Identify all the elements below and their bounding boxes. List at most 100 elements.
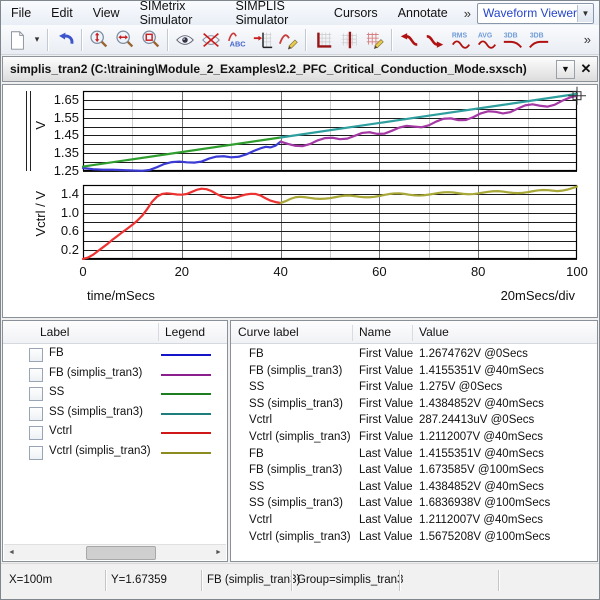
column-divider[interactable] [352, 325, 353, 341]
name-cell: First Value [359, 398, 413, 410]
undo-button[interactable] [52, 27, 78, 53]
menu-item-view[interactable]: View [85, 4, 128, 22]
zoom-y-button[interactable] [86, 27, 112, 53]
x-tick-label: 20 [167, 264, 197, 279]
column-header-legend[interactable]: Legend [165, 325, 205, 339]
curve-value-row[interactable]: Vctrl (simplis_tran3)Last Value1.5675208… [231, 530, 597, 547]
checkbox-vctrl-simplis-tran3[interactable] [29, 446, 43, 460]
toolbar-overflow-button[interactable]: » [584, 32, 591, 47]
rising-edge-button[interactable] [396, 27, 422, 53]
show-curve-button[interactable] [172, 27, 198, 53]
edit-grid-button[interactable] [362, 27, 388, 53]
scroll-right-icon[interactable]: ► [211, 545, 226, 560]
new-document-dropdown-button[interactable]: ▾ [30, 27, 44, 53]
checkbox-fb-simplis-tran3[interactable] [29, 368, 43, 382]
highpass-3db-button[interactable]: 3DB [526, 27, 552, 53]
curve-label-cell: SS (simplis_tran3) [249, 497, 343, 509]
checkbox-ss-simplis-tran3[interactable] [29, 407, 43, 421]
curve-value-row[interactable]: FB (simplis_tran3)Last Value1.673585V @1… [231, 463, 597, 480]
move-curve-button[interactable] [250, 27, 276, 53]
x-axis-label: time/mSecs [87, 288, 155, 303]
value-cell: 1.673585V @100mSecs [419, 464, 544, 476]
rms-button[interactable]: RMS [448, 27, 474, 53]
column-divider[interactable] [158, 323, 159, 341]
add-grid-button[interactable] [336, 27, 362, 53]
legend-row-fb-simplis-tran3[interactable]: FB (simplis_tran3) [3, 365, 227, 385]
menu-item-edit[interactable]: Edit [43, 4, 81, 22]
zoom-box-button[interactable] [138, 27, 164, 53]
curve-value-row[interactable]: FBLast Value1.4155351V @40mSecs [231, 447, 597, 464]
column-header-name[interactable]: Name [359, 325, 391, 339]
chart-panel: V Vctrl / V 1.251.351.451.551.650.20.61.… [2, 84, 598, 318]
menu-item-file[interactable]: File [3, 4, 39, 22]
waveform-plot-top[interactable] [83, 91, 577, 171]
curve-label-cell: SS (simplis_tran3) [249, 398, 343, 410]
name-cell: First Value [359, 365, 413, 377]
zoom-box-icon [140, 29, 162, 51]
checkbox-vctrl[interactable] [29, 426, 43, 440]
new-document-button[interactable] [4, 27, 30, 53]
legend-line [161, 393, 211, 395]
checkbox-ss[interactable] [29, 387, 43, 401]
toolbar: ▾ [1, 25, 599, 55]
axis-grab-bar[interactable] [26, 91, 27, 171]
curve-fb-simplis-tran3[interactable] [281, 96, 577, 146]
curve-value-row[interactable]: Vctrl (simplis_tran3)First Value1.211200… [231, 430, 597, 447]
column-header-label[interactable]: Label [40, 325, 69, 339]
axis-grab-bar[interactable] [30, 91, 31, 171]
checkbox-fb[interactable] [29, 348, 43, 362]
waveform-plot-bottom[interactable] [83, 185, 577, 259]
curve-fb[interactable] [83, 142, 281, 171]
scroll-left-icon[interactable]: ◄ [4, 545, 19, 560]
curve-label: Vctrl [49, 425, 72, 437]
legend-row-fb[interactable]: FB [3, 345, 227, 365]
curve-value-row[interactable]: SSLast Value1.4384852V @40mSecs [231, 480, 597, 497]
legend-row-vctrl[interactable]: Vctrl [3, 423, 227, 443]
curve-value-row[interactable]: SSFirst Value1.275V @0Secs [231, 380, 597, 397]
legend-row-vctrl-simplis-tran3[interactable]: Vctrl (simplis_tran3) [3, 443, 227, 463]
undo-icon [54, 29, 76, 51]
curve-value-row[interactable]: VctrlFirst Value287.24413uV @0Secs [231, 413, 597, 430]
curve-label-cell: SS [249, 381, 264, 393]
curve-vctrl[interactable] [83, 189, 281, 259]
cursor-y-readout: Y=1.67359 [111, 574, 167, 586]
status-separator [105, 570, 107, 591]
curve-value-row[interactable]: FBFirst Value1.2674762V @0Secs [231, 347, 597, 364]
scrollbar-thumb[interactable] [86, 546, 156, 560]
viewer-mode-select[interactable]: Waveform Viewer ▼ [477, 3, 594, 24]
close-button[interactable]: ✕ [577, 61, 595, 78]
value-cell: 1.4155351V @40mSecs [419, 365, 544, 377]
curve-value-row[interactable]: FB (simplis_tran3)First Value1.4155351V … [231, 364, 597, 381]
window-menu-button[interactable]: ▼ [556, 60, 575, 79]
zoom-x-button[interactable] [112, 27, 138, 53]
label-curve-button[interactable]: ABC [224, 27, 250, 53]
column-header-curve-label[interactable]: Curve label [238, 325, 299, 339]
curve-label-cell: FB [249, 448, 264, 460]
svg-text:RMS: RMS [452, 32, 468, 39]
lowpass-3db-button[interactable]: 3DB [500, 27, 526, 53]
x-tick-label: 60 [364, 264, 394, 279]
curve-value-row[interactable]: SS (simplis_tran3)Last Value1.6836938V @… [231, 496, 597, 513]
status-separator [399, 570, 401, 591]
status-bar: X=100mY=1.67359FB (simplis_tran3)Group=s… [1, 563, 599, 599]
curve-value-row[interactable]: VctrlLast Value1.2112007V @40mSecs [231, 513, 597, 530]
legend-row-ss-simplis-tran3[interactable]: SS (simplis_tran3) [3, 404, 227, 424]
x-tick-label: 0 [68, 264, 98, 279]
horizontal-scrollbar[interactable]: ◄ ► [4, 544, 226, 560]
curve-label: SS (simplis_tran3) [49, 406, 143, 418]
menu-overflow-icon[interactable]: » [458, 6, 477, 21]
name-cell: Last Value [359, 531, 413, 543]
legend-row-ss[interactable]: SS [3, 384, 227, 404]
menu-item-annotate[interactable]: Annotate [390, 4, 456, 22]
add-axis-button[interactable] [310, 27, 336, 53]
edit-curve-button[interactable] [276, 27, 302, 53]
menu-item-cursors[interactable]: Cursors [326, 4, 386, 22]
avg-button[interactable]: AVG [474, 27, 500, 53]
curve-label: FB (simplis_tran3) [49, 367, 142, 379]
falling-edge-button[interactable] [422, 27, 448, 53]
hide-curve-button[interactable] [198, 27, 224, 53]
curve-value-row[interactable]: SS (simplis_tran3)First Value1.4384852V … [231, 397, 597, 414]
chevron-down-icon[interactable]: ▼ [577, 5, 593, 22]
column-header-value[interactable]: Value [419, 325, 449, 339]
column-divider[interactable] [412, 325, 413, 341]
